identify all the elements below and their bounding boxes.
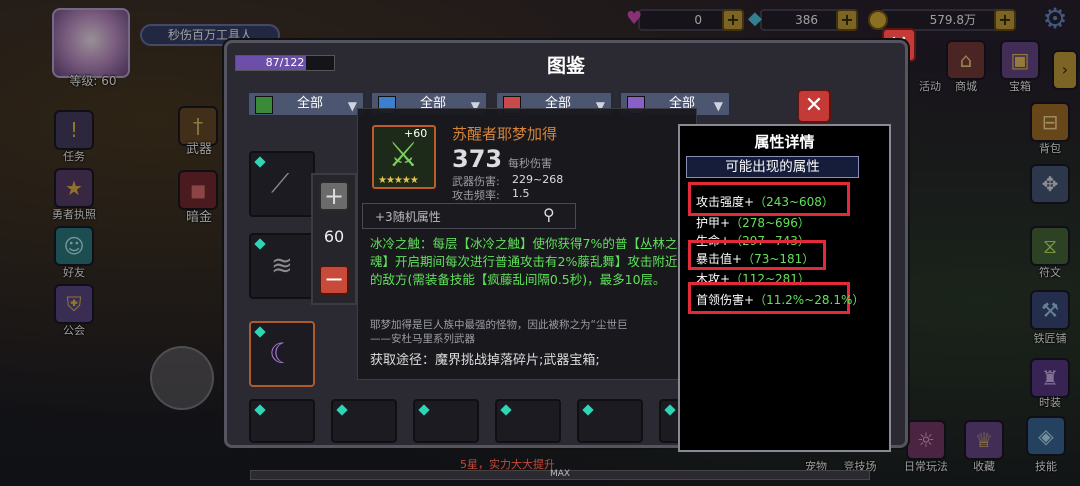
enhance-control: + 60 − [311,173,357,305]
scythe-icon: ☾ [269,337,295,370]
attr-item: 首领伤害+（11.2%~28.1%） [696,291,864,308]
attr-name: 护甲+ [696,216,731,230]
weapon-detail-popup: ⚔ +60 ★★★★★ 苏醒者耶梦加得 373 每秒伤害 武器伤害: 229~2… [357,108,697,380]
weapon-slot[interactable] [249,399,315,443]
codex-progress-bar: 87/122 [235,55,335,71]
filter-label-1: 全部 [297,96,324,111]
weapon-lore-author: ——安杜马里系列武器 [370,333,475,345]
attr-value: （11.2%~28.1%） [754,293,865,307]
weapon-slot[interactable] [577,399,643,443]
chevron-down-icon: ▼ [713,99,723,113]
magnifier-icon: ⚲ [543,205,555,224]
chevron-down-icon: ▼ [347,99,357,113]
weapon-dps-label: 每秒伤害 [508,157,552,170]
attribute-detail-panel: 属性详情 可能出现的属性 攻击强度+（243~608） 护甲+（278~696）… [678,124,891,452]
weapon-source-label: 获取途径： [370,353,436,368]
weapon-skill-text: 冰冷之触：每层【冰冷之触】使你获得7%的普【丛林之魂】开启期间每次进行普通攻击有… [370,236,678,287]
enhance-plus-button[interactable]: + [319,181,349,211]
max-progress-bar: MAX [250,469,870,480]
attr-item: 护甲+（278~696） [696,214,810,231]
claw-icon: ≋ [271,251,293,281]
weapon-slot[interactable] [331,399,397,443]
filter-dropdown-1[interactable]: 全部 ▼ [247,91,365,117]
random-attr-button[interactable]: +3随机属性 ⚲ [362,203,576,229]
attr-value: （73~181） [742,252,815,266]
attr-name: 暴击值+ [696,252,743,266]
weapon-portrait: ⚔ +60 ★★★★★ [372,125,436,189]
weapon-name: 苏醒者耶梦加得 [452,125,558,143]
attr-name: 攻击强度+ [696,195,755,209]
filter-color-icon-1 [255,96,273,114]
weapon-stars: ★★★★★ [378,175,419,186]
dagger-icon: ⟋ [271,169,290,199]
attr-panel-subtitle: 可能出现的属性 [686,156,859,178]
attr-item: 暴击值+（73~181） [696,250,815,267]
weapon-dps-value: 373 [452,145,503,173]
codex-progress-text: 87/122 [265,56,305,69]
attr-name: 首领伤害+ [696,293,755,307]
weapon-slot[interactable]: ☾ [249,321,315,387]
weapon-damage-value: 229~268 [512,173,564,186]
random-attr-label: +3随机属性 [375,210,441,224]
attr-value: （278~696） [730,216,810,230]
weapon-level-badge: +60 [404,127,428,140]
enhance-minus-button[interactable]: − [319,265,349,295]
max-label: MAX [549,469,571,479]
weapon-slot[interactable]: ≋ [249,233,315,299]
weapon-freq-label: 攻击频率: [452,189,500,202]
weapon-slot[interactable]: ⟋ [249,151,315,217]
attr-item: 攻击强度+（243~608） [696,193,834,210]
weapon-freq-value: 1.5 [512,187,530,200]
scythe-weapon-icon: ⚔ [388,135,419,175]
attr-panel-title: 属性详情 [754,133,815,151]
weapon-slot[interactable] [413,399,479,443]
weapon-source-value: 魔界挑战掉落碎片;武器宝箱; [435,353,600,368]
attr-value: （243~608） [754,195,834,209]
detail-close-button[interactable]: ✕ [797,89,831,123]
enhance-level: 60 [323,227,345,246]
weapon-source: 获取途径：魔界挑战掉落碎片;武器宝箱; [370,349,600,368]
weapon-slot[interactable] [495,399,561,443]
